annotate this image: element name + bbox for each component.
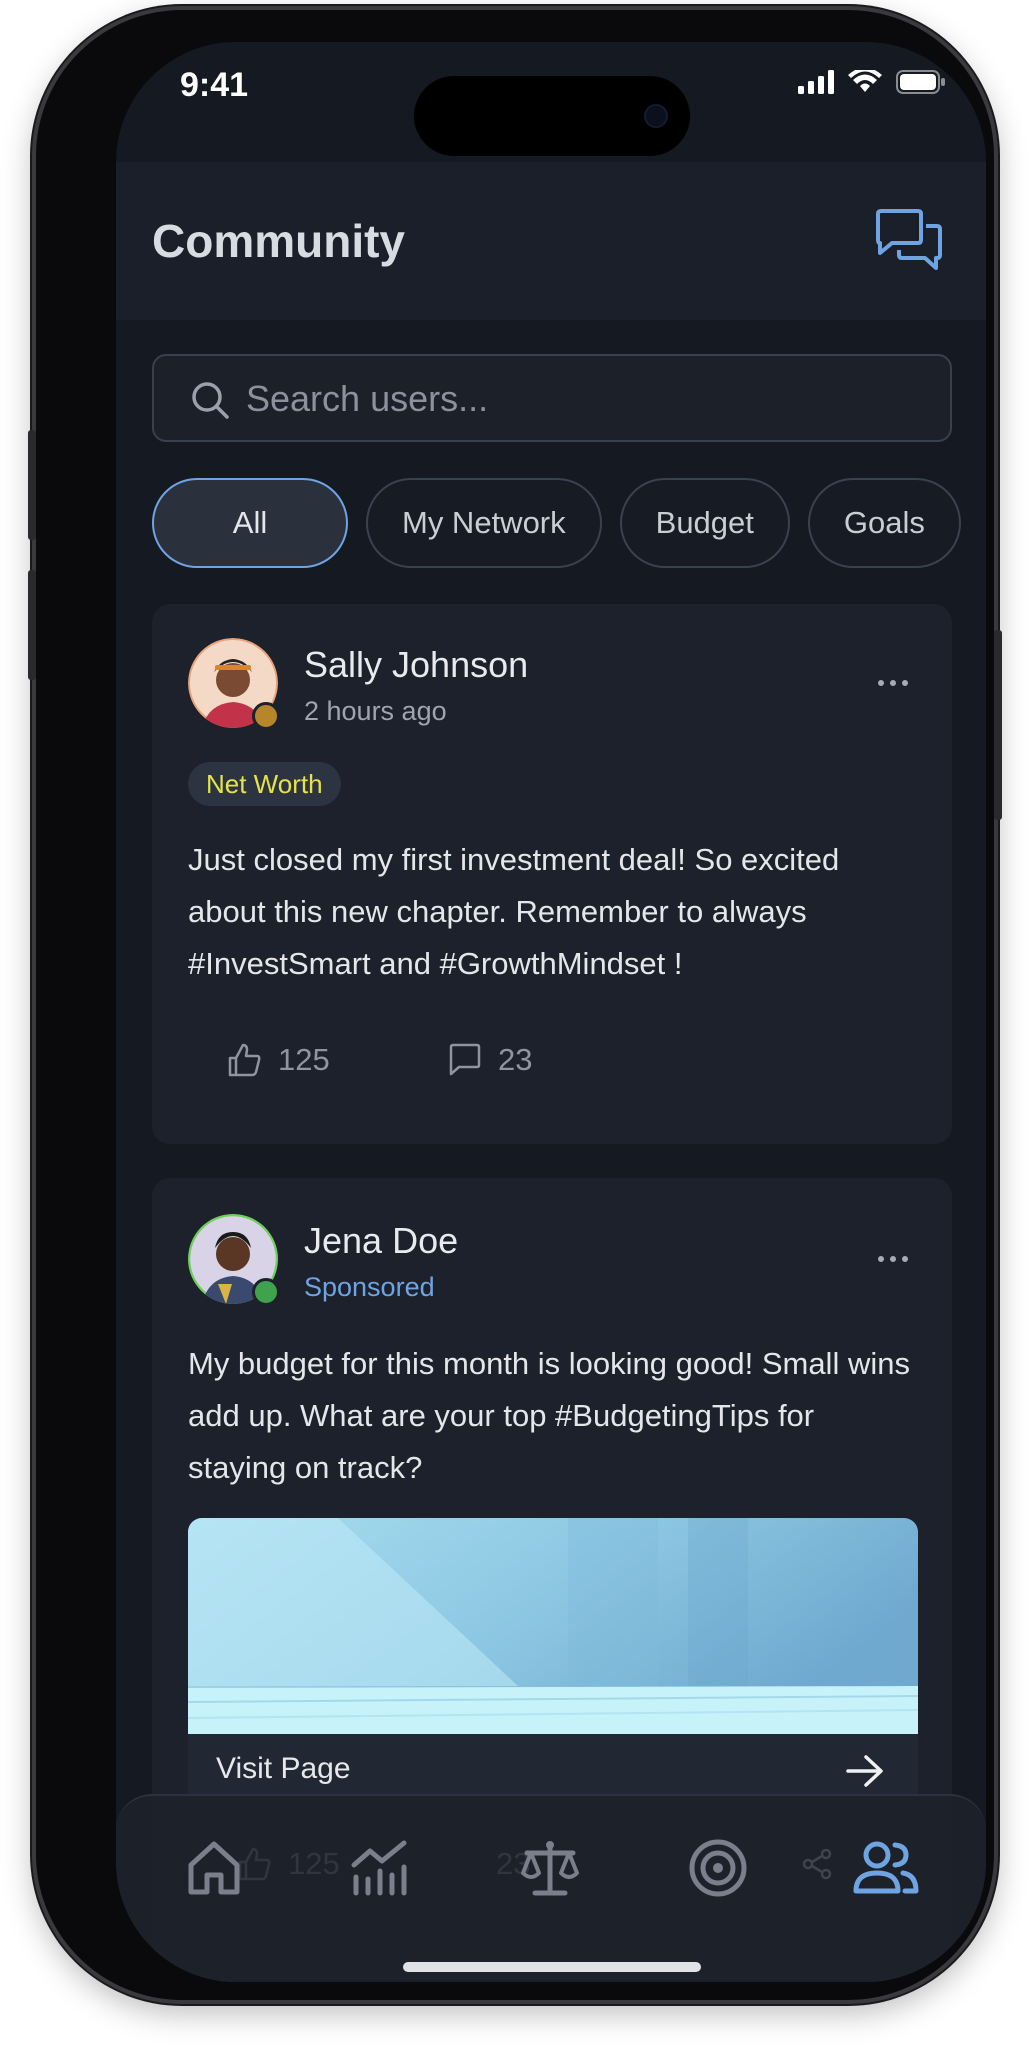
post-author[interactable]: Sally Johnson <box>304 644 528 686</box>
post-image[interactable] <box>188 1518 918 1734</box>
filter-chip-my-network[interactable]: My Network <box>366 478 602 568</box>
sponsored-label: Sponsored <box>304 1272 435 1302</box>
more-dot-icon <box>890 1256 896 1262</box>
goals-target-icon <box>689 1839 747 1897</box>
comment-icon <box>449 1043 481 1076</box>
post-text: Just closed my first investment deal! So… <box>188 842 840 981</box>
avatar[interactable] <box>187 1213 280 1306</box>
search-box <box>152 354 952 442</box>
bottom-tab-bar: 125 23 <box>116 1794 986 1982</box>
app-header: Community <box>116 162 986 320</box>
camera-icon <box>644 104 668 128</box>
filter-chip-all[interactable]: All <box>152 478 348 568</box>
like-count: 125 <box>278 1042 330 1077</box>
post-time: 2 hours ago <box>304 696 447 726</box>
app-screen: 9:41 Community Search users... All My Ne… <box>116 42 986 1982</box>
battery-icon <box>896 70 945 94</box>
share-icon <box>802 1848 832 1880</box>
more-dot-icon <box>878 1256 884 1262</box>
post-text: My budget for this month is looking good… <box>188 1346 910 1485</box>
post-tag[interactable]: Net Worth <box>188 762 341 806</box>
tab-balance[interactable] <box>514 1832 586 1904</box>
volume-button <box>28 570 36 680</box>
like-count: 125 <box>288 1846 340 1881</box>
messages-button[interactable] <box>874 208 944 274</box>
status-icons <box>798 70 946 94</box>
power-button <box>994 630 1002 820</box>
tab-goals[interactable] <box>682 1832 754 1904</box>
signal-icon <box>798 70 834 94</box>
wifi-icon <box>848 70 882 92</box>
room-photo <box>188 1518 918 1734</box>
status-bar: 9:41 <box>116 42 986 162</box>
volume-button <box>28 430 36 540</box>
comment-count: 23 <box>498 1042 533 1077</box>
home-icon <box>188 1841 240 1895</box>
gold-badge-icon <box>252 702 280 730</box>
filter-chips: All My Network Budget Goals <box>152 478 961 568</box>
more-options-button[interactable] <box>878 680 908 686</box>
more-dot-icon <box>902 1256 908 1262</box>
tab-home[interactable] <box>178 1832 250 1904</box>
filter-chip-budget[interactable]: Budget <box>619 478 790 568</box>
chat-bubbles-icon <box>876 209 942 270</box>
post-card: Sally Johnson 2 hours ago Net Worth Just… <box>152 604 952 1144</box>
verified-badge-icon <box>252 1278 280 1306</box>
search-input[interactable] <box>246 372 926 426</box>
filter-chip-goals[interactable]: Goals <box>807 478 961 568</box>
tab-community[interactable] <box>850 1832 922 1904</box>
status-time: 9:41 <box>180 66 249 104</box>
balance-icon <box>521 1841 579 1896</box>
page-title: Community <box>152 215 405 267</box>
visit-page-label: Visit Page <box>216 1752 351 1785</box>
community-icon <box>853 1841 919 1894</box>
dynamic-island <box>414 76 690 156</box>
home-indicator <box>403 1962 701 1972</box>
like-button: 125 <box>236 1846 340 1882</box>
more-options-button[interactable] <box>878 1256 908 1262</box>
search-icon <box>192 382 229 419</box>
analytics-icon <box>351 1840 407 1896</box>
avatar[interactable] <box>188 638 280 730</box>
post-author[interactable]: Jena Doe <box>304 1220 458 1262</box>
phone-frame: 9:41 Community Search users... All My Ne… <box>28 6 1002 2004</box>
more-dot-icon <box>878 680 884 686</box>
like-button[interactable]: 125 <box>226 1042 330 1078</box>
tab-analytics[interactable] <box>344 1832 416 1904</box>
more-dot-icon <box>902 680 908 686</box>
thumbs-up-icon <box>228 1043 261 1077</box>
arrow-right-icon <box>846 1755 883 1787</box>
more-dot-icon <box>890 680 896 686</box>
comment-button[interactable]: 23 <box>448 1042 532 1078</box>
